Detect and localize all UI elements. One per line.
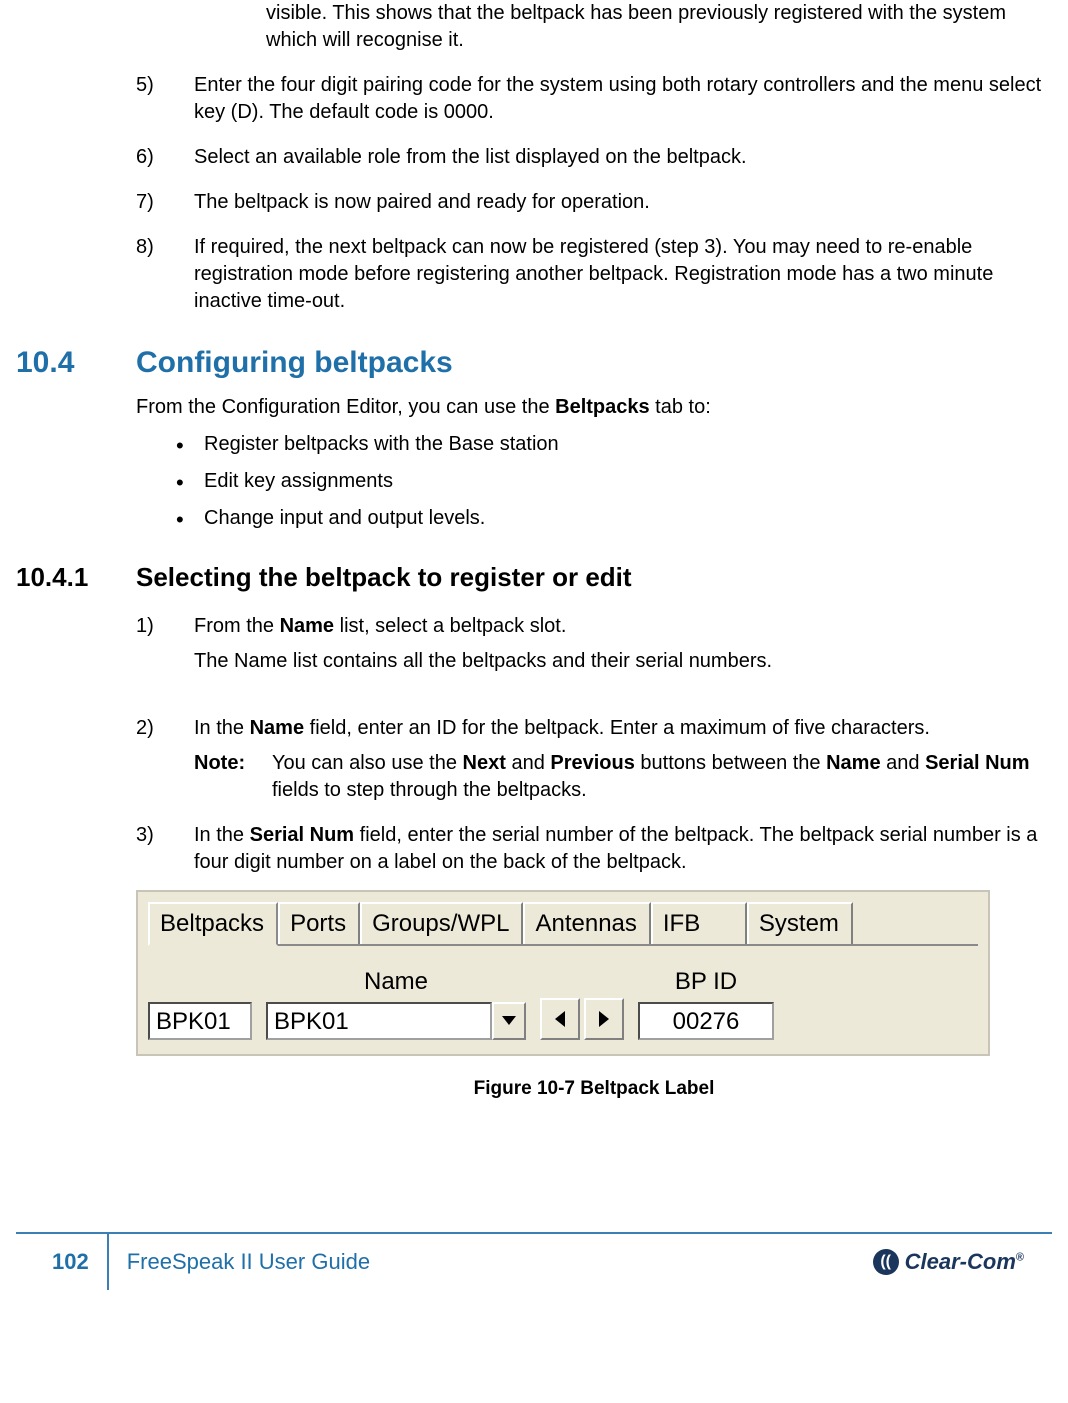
step-8: 8) If required, the next beltpack can no…	[136, 234, 1052, 315]
text: list, select a beltpack slot.	[334, 615, 566, 637]
step-text: If required, the next beltpack can now b…	[194, 234, 1052, 315]
arrow-right-icon	[599, 1011, 609, 1027]
step-text: The beltpack is now paired and ready for…	[194, 189, 1052, 216]
tab-system[interactable]: System	[747, 902, 853, 944]
step-number: 8)	[136, 234, 194, 315]
note-text: You can also use the Next and Previous b…	[272, 750, 1052, 804]
text: In the	[194, 824, 250, 846]
step-text: Select an available role from the list d…	[194, 144, 1052, 171]
text: and	[881, 752, 925, 774]
heading-number: 10.4.1	[16, 560, 136, 595]
text: tab to:	[650, 396, 711, 418]
brand-name: Clear-Com	[905, 1249, 1016, 1274]
note-label: Note:	[194, 750, 272, 804]
tab-beltpacks[interactable]: Beltpacks	[148, 902, 278, 946]
name-label: Name	[364, 966, 428, 998]
step-text: In the Name field, enter an ID for the b…	[194, 715, 1052, 742]
text: From the Configuration Editor, you can u…	[136, 396, 555, 418]
bullet-item: Register beltpacks with the Base station	[176, 431, 1052, 458]
tab-ifb[interactable]: IFB	[651, 902, 747, 944]
text: and	[506, 752, 550, 774]
step-number: 7)	[136, 189, 194, 216]
text: You can also use the	[272, 752, 463, 774]
step-number: 5)	[136, 72, 194, 126]
heading-title: Selecting the beltpack to register or ed…	[136, 560, 1052, 595]
page-number: 102	[16, 1234, 109, 1290]
text: fields to step through the beltpacks.	[272, 779, 587, 801]
tab-ports[interactable]: Ports	[278, 902, 360, 944]
step-6: 6) Select an available role from the lis…	[136, 144, 1052, 171]
chevron-down-icon	[502, 1016, 516, 1025]
text: In the	[194, 717, 250, 739]
note-block: Note: You can also use the Next and Prev…	[194, 750, 1052, 804]
bullet-item: Change input and output levels.	[176, 505, 1052, 532]
tab-groups-wpl[interactable]: Groups/WPL	[360, 902, 523, 944]
step-number: 2)	[136, 715, 194, 804]
guide-title: FreeSpeak II User Guide	[109, 1234, 873, 1290]
step-text: From the Name list, select a beltpack sl…	[194, 613, 1052, 640]
heading-number: 10.4	[16, 343, 136, 384]
heading-10-4: 10.4 Configuring beltpacks	[16, 343, 1052, 384]
step-sub-text: The Name list contains all the beltpacks…	[194, 648, 1052, 675]
bold-serial-num: Serial Num	[250, 824, 354, 846]
step-number: 3)	[136, 822, 194, 876]
text: buttons between the	[635, 752, 826, 774]
bold-name: Name	[280, 615, 334, 637]
step-3: 3) In the Serial Num field, enter the se…	[136, 822, 1052, 876]
bold-serial-num: Serial Num	[925, 752, 1029, 774]
step-text: In the Serial Num field, enter the seria…	[194, 822, 1052, 876]
bp-id-label: BP ID	[675, 966, 737, 998]
registered-mark: ®	[1016, 1251, 1024, 1263]
tab-antennas[interactable]: Antennas	[523, 902, 650, 944]
step-2: 2) In the Name field, enter an ID for th…	[136, 715, 1052, 804]
bp-id-field[interactable]: 00276	[638, 1002, 774, 1040]
bold-name: Name	[826, 752, 880, 774]
step-number: 1)	[136, 613, 194, 675]
text: field, enter an ID for the beltpack. Ent…	[304, 717, 930, 739]
short-name-field[interactable]: BPK01	[148, 1002, 252, 1040]
brand-logo: (( Clear-Com®	[873, 1247, 1052, 1277]
intro-paragraph: From the Configuration Editor, you can u…	[136, 394, 1052, 421]
figure-caption: Figure 10-7 Beltpack Label	[136, 1076, 1052, 1102]
arrow-left-icon	[555, 1011, 565, 1027]
figure-widget: Beltpacks Ports Groups/WPL Antennas IFB …	[136, 890, 1052, 1056]
previous-button[interactable]	[540, 998, 580, 1040]
step-5: 5) Enter the four digit pairing code for…	[136, 72, 1052, 126]
name-dropdown-button[interactable]	[492, 1002, 526, 1040]
page-footer: 102 FreeSpeak II User Guide (( Clear-Com…	[16, 1234, 1052, 1290]
step-1: 1) From the Name list, select a beltpack…	[136, 613, 1052, 675]
step-text: Enter the four digit pairing code for th…	[194, 72, 1052, 126]
heading-10-4-1: 10.4.1 Selecting the beltpack to registe…	[16, 560, 1052, 595]
logo-badge-icon: ((	[873, 1249, 899, 1275]
bold-next: Next	[463, 752, 506, 774]
bold-name: Name	[250, 717, 304, 739]
bold-previous: Previous	[550, 752, 634, 774]
text: From the	[194, 615, 280, 637]
name-select[interactable]: BPK01	[266, 1002, 492, 1040]
next-button[interactable]	[584, 998, 624, 1040]
step-number: 6)	[136, 144, 194, 171]
bullet-list: Register beltpacks with the Base station…	[176, 431, 1052, 532]
bullet-item: Edit key assignments	[176, 468, 1052, 495]
bold-beltpacks: Beltpacks	[555, 396, 650, 418]
heading-title: Configuring beltpacks	[136, 343, 1052, 384]
continuation-paragraph: visible. This shows that the beltpack ha…	[266, 0, 1052, 54]
step-7: 7) The beltpack is now paired and ready …	[136, 189, 1052, 216]
tab-bar: Beltpacks Ports Groups/WPL Antennas IFB …	[148, 902, 978, 946]
